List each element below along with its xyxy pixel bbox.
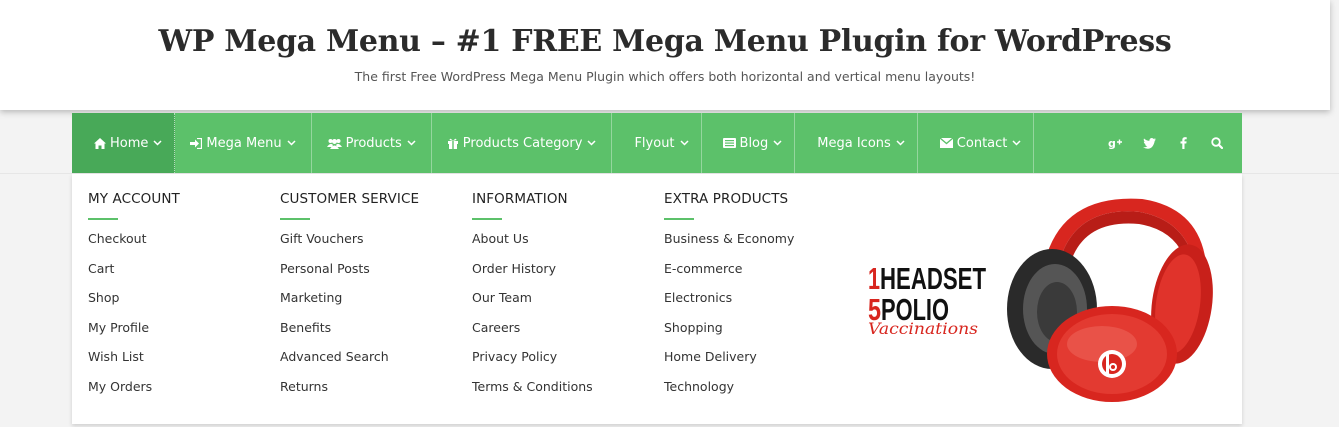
menu-link[interactable]: E-commerce (664, 259, 844, 289)
headphones-image (1007, 198, 1213, 402)
gift-icon (447, 137, 459, 149)
menu-link[interactable]: Careers (472, 318, 652, 348)
nav-item-label: Mega Icons (817, 135, 891, 151)
list-icon (722, 138, 736, 148)
social-links: g (1098, 113, 1242, 173)
column-title: MY ACCOUNT (88, 191, 180, 207)
main-nav: Home Mega Menu Products Products Categor… (72, 113, 1242, 173)
menu-link[interactable]: Advanced Search (280, 347, 460, 377)
nav-item-label: Blog (739, 135, 769, 151)
nav-item-products[interactable]: Products (312, 113, 432, 173)
menu-link[interactable]: Privacy Policy (472, 347, 652, 377)
menu-link[interactable]: Shopping (664, 318, 844, 348)
menu-link[interactable]: Business & Economy (664, 229, 844, 259)
nav-item-label: Products (345, 135, 402, 151)
mega-column-information: INFORMATION About Us Order History Our T… (472, 191, 652, 407)
chevron-down-icon (773, 140, 782, 146)
title-underline (280, 218, 310, 220)
menu-link[interactable]: Marketing (280, 288, 460, 318)
promo-number-1: 1 (868, 261, 880, 296)
site-title[interactable]: WP Mega Menu – #1 FREE Mega Menu Plugin … (0, 24, 1330, 59)
menu-link[interactable]: Our Team (472, 288, 652, 318)
chevron-down-icon (587, 140, 596, 146)
nav-item-label: Home (110, 135, 149, 151)
mega-column-extra-products: EXTRA PRODUCTS Business & Economy E-comm… (664, 191, 844, 407)
chevron-down-icon (287, 140, 296, 146)
facebook-icon[interactable] (1166, 113, 1200, 173)
menu-link[interactable]: My Profile (88, 318, 268, 348)
nav-item-mega-icons[interactable]: Mega Icons (795, 113, 918, 173)
column-title: CUSTOMER SERVICE (280, 191, 420, 207)
menu-link[interactable]: Personal Posts (280, 259, 460, 289)
chevron-down-icon (1012, 140, 1021, 146)
menu-link[interactable]: Electronics (664, 288, 844, 318)
title-underline (664, 218, 694, 220)
chevron-down-icon (680, 140, 689, 146)
nav-item-mega-menu[interactable]: Mega Menu (175, 113, 312, 173)
mega-column-my-account: MY ACCOUNT Checkout Cart Shop My Profile… (88, 191, 268, 407)
mega-column-customer-service: CUSTOMER SERVICE Gift Vouchers Personal … (280, 191, 460, 407)
promo-banner[interactable]: 1 HEADSET 5 POLIO Vaccinations (862, 194, 1232, 409)
twitter-icon[interactable] (1132, 113, 1166, 173)
nav-item-label: Flyout (634, 135, 675, 151)
svg-text:g: g (1108, 137, 1116, 149)
menu-link[interactable]: My Orders (88, 377, 268, 407)
chevron-down-icon (153, 140, 162, 146)
nav-item-label: Mega Menu (206, 135, 282, 151)
menu-link[interactable]: Technology (664, 377, 844, 407)
search-icon[interactable] (1200, 113, 1234, 173)
menu-link[interactable]: Returns (280, 377, 460, 407)
title-underline (88, 218, 118, 220)
home-icon (94, 137, 106, 149)
nav-item-home[interactable]: Home (72, 113, 176, 173)
menu-link[interactable]: Terms & Conditions (472, 377, 652, 407)
title-underline (472, 218, 502, 220)
menu-link[interactable]: Home Delivery (664, 347, 844, 377)
sign-in-icon (190, 137, 203, 149)
nav-item-flyout[interactable]: Flyout (612, 113, 702, 173)
menu-link[interactable]: About Us (472, 229, 652, 259)
nav-item-label: Products Category (462, 135, 583, 151)
nav-item-contact[interactable]: Contact (918, 113, 1035, 173)
chevron-down-icon (407, 140, 416, 146)
envelope-icon (939, 138, 953, 148)
page: WP Mega Menu – #1 FREE Mega Menu Plugin … (0, 0, 1339, 427)
column-title: INFORMATION (472, 191, 568, 207)
menu-link[interactable]: Shop (88, 288, 268, 318)
site-header: WP Mega Menu – #1 FREE Mega Menu Plugin … (0, 0, 1330, 110)
menu-link[interactable]: Wish List (88, 347, 268, 377)
menu-link[interactable]: Cart (88, 259, 268, 289)
mega-menu-panel: MY ACCOUNT Checkout Cart Shop My Profile… (72, 174, 1242, 424)
promo-vaccinations-text: Vaccinations (868, 319, 978, 338)
google-plus-icon[interactable]: g (1098, 113, 1132, 173)
nav-item-blog[interactable]: Blog (702, 113, 796, 173)
menu-link[interactable]: Order History (472, 259, 652, 289)
chevron-down-icon (896, 140, 905, 146)
menu-link[interactable]: Checkout (88, 229, 268, 259)
nav-item-products-category[interactable]: Products Category (432, 113, 613, 173)
page-body-peek (72, 423, 1242, 427)
nav-item-label: Contact (956, 135, 1008, 151)
promo-headset-text: HEADSET (880, 261, 986, 296)
site-tagline: The first Free WordPress Mega Menu Plugi… (354, 69, 976, 84)
users-icon (326, 138, 342, 149)
menu-link[interactable]: Gift Vouchers (280, 229, 460, 259)
column-title: EXTRA PRODUCTS (664, 191, 789, 207)
menu-link[interactable]: Benefits (280, 318, 460, 348)
